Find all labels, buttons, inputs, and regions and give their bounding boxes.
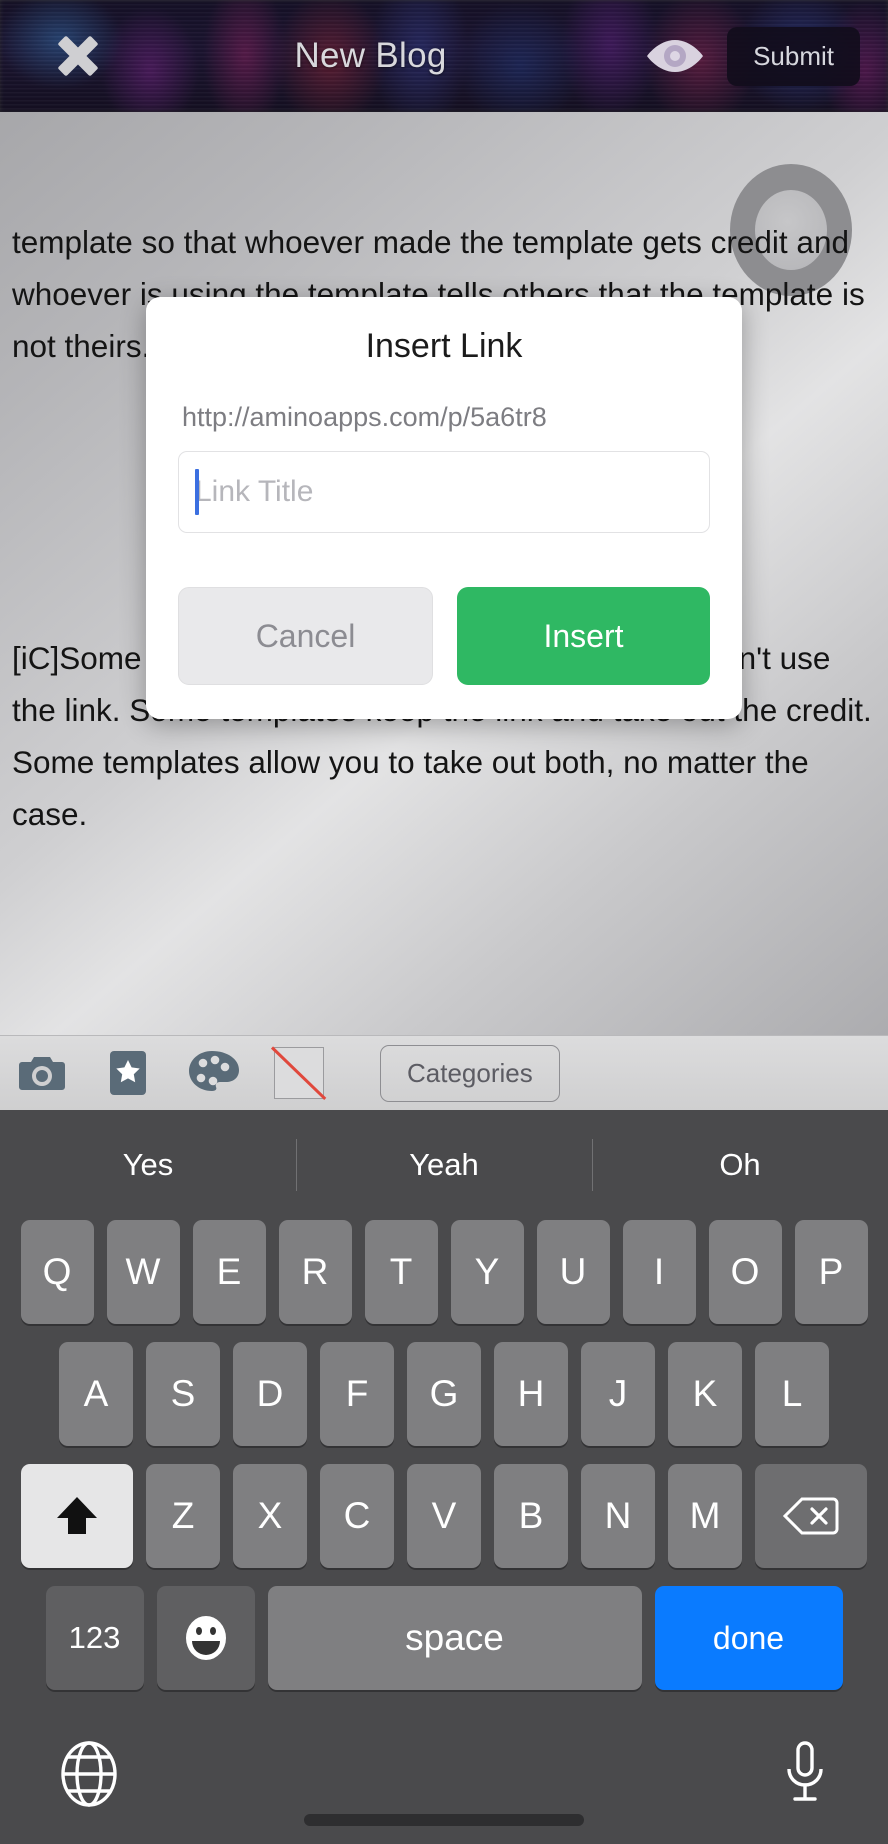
key-z[interactable]: Z — [146, 1464, 220, 1568]
cancel-button[interactable]: Cancel — [178, 587, 433, 685]
key-n[interactable]: N — [581, 1464, 655, 1568]
link-title-input[interactable] — [178, 451, 710, 533]
insert-button[interactable]: Insert — [457, 587, 710, 685]
key-e[interactable]: E — [192, 1220, 266, 1324]
key-o[interactable]: O — [708, 1220, 782, 1324]
home-indicator — [304, 1814, 584, 1826]
key-f[interactable]: F — [320, 1342, 394, 1446]
keyboard-row-3: Z X C V B N M — [0, 1464, 888, 1568]
key-d[interactable]: D — [233, 1342, 307, 1446]
emoji-smiley-icon[interactable] — [156, 1586, 255, 1690]
key-m[interactable]: M — [668, 1464, 742, 1568]
star-bookmark-icon[interactable] — [102, 1047, 154, 1099]
key-u[interactable]: U — [536, 1220, 610, 1324]
key-c[interactable]: C — [320, 1464, 394, 1568]
software-keyboard: Yes Yeah Oh Q W E R T Y U I O P A S D F … — [0, 1110, 888, 1844]
insert-link-dialog: Insert Link http://aminoapps.com/p/5a6tr… — [146, 297, 742, 719]
suggestion-item[interactable]: Oh — [592, 1147, 888, 1183]
key-l[interactable]: L — [755, 1342, 829, 1446]
page-title: New Blog — [294, 36, 447, 75]
text-caret — [195, 469, 199, 515]
suggestion-bar: Yes Yeah Oh — [0, 1110, 888, 1220]
key-b[interactable]: B — [494, 1464, 568, 1568]
key-i[interactable]: I — [622, 1220, 696, 1324]
key-r[interactable]: R — [278, 1220, 352, 1324]
key-p[interactable]: P — [794, 1220, 868, 1324]
space-key[interactable]: space — [267, 1586, 642, 1690]
key-h[interactable]: H — [494, 1342, 568, 1446]
key-s[interactable]: S — [146, 1342, 220, 1446]
keyboard-row-4: 123 space done — [0, 1586, 888, 1690]
key-a[interactable]: A — [59, 1342, 133, 1446]
submit-button[interactable]: Submit — [727, 26, 860, 86]
done-key[interactable]: done — [654, 1586, 843, 1690]
microphone-icon[interactable] — [782, 1740, 828, 1812]
categories-button[interactable]: Categories — [380, 1044, 560, 1102]
shift-arrow-icon[interactable] — [21, 1464, 133, 1568]
key-k[interactable]: K — [668, 1342, 742, 1446]
suggestion-item[interactable]: Yeah — [296, 1147, 592, 1183]
backspace-icon[interactable] — [755, 1464, 867, 1568]
globe-icon[interactable] — [60, 1740, 118, 1812]
key-y[interactable]: Y — [450, 1220, 524, 1324]
eye-icon[interactable] — [637, 31, 713, 81]
key-v[interactable]: V — [407, 1464, 481, 1568]
numeric-key[interactable]: 123 — [45, 1586, 144, 1690]
key-g[interactable]: G — [407, 1342, 481, 1446]
screen-root: New Blog Submit template so that whoever… — [0, 0, 888, 1844]
key-t[interactable]: T — [364, 1220, 438, 1324]
keyboard-row-1: Q W E R T Y U I O P — [0, 1220, 888, 1324]
format-toolbar: Categories — [0, 1035, 888, 1110]
key-w[interactable]: W — [106, 1220, 180, 1324]
app-header: New Blog Submit — [0, 0, 888, 112]
close-x-icon[interactable] — [52, 30, 104, 82]
key-x[interactable]: X — [233, 1464, 307, 1568]
keyboard-row-2: A S D F G H J K L — [0, 1342, 888, 1446]
key-j[interactable]: J — [581, 1342, 655, 1446]
camera-icon[interactable] — [16, 1047, 68, 1099]
keyboard-bottom-bar — [0, 1708, 888, 1828]
suggestion-item[interactable]: Yes — [0, 1147, 296, 1183]
no-color-swatch-icon[interactable] — [274, 1047, 324, 1099]
palette-icon[interactable] — [188, 1047, 240, 1099]
dialog-url-text: http://aminoapps.com/p/5a6tr8 — [182, 402, 547, 432]
dialog-title: Insert Link — [365, 327, 523, 365]
key-q[interactable]: Q — [20, 1220, 94, 1324]
